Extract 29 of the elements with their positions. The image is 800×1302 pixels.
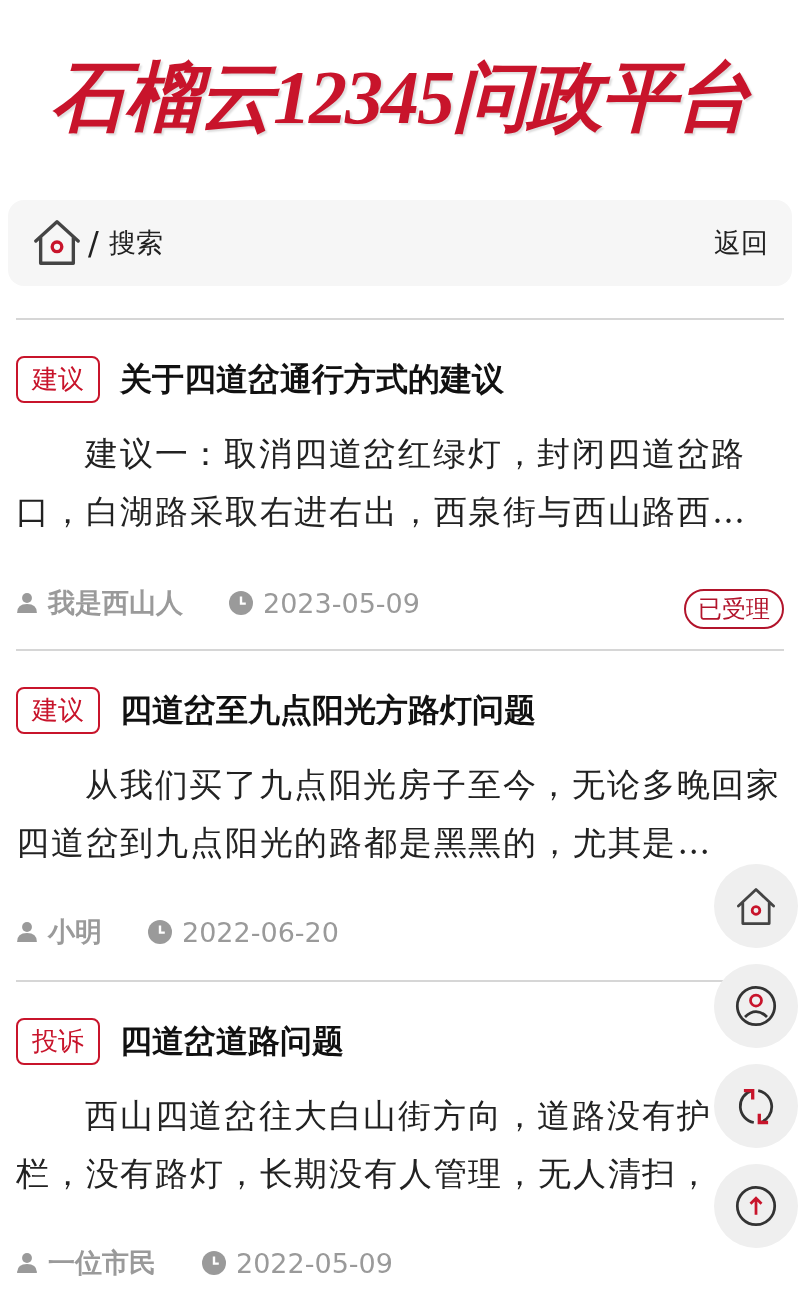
back-link[interactable]: 返回 [714, 225, 768, 261]
post-title[interactable]: 四道岔道路问题 [120, 1019, 344, 1064]
category-tag: 建议 [16, 356, 100, 403]
post-excerpt: 西山四道岔往大白山街方向，道路没有护栏，没有路灯，长期没有人管理，无人清扫， [16, 1095, 713, 1195]
post-title[interactable]: 四道岔至九点阳光方路灯问题 [120, 688, 536, 733]
user-icon [16, 1252, 38, 1274]
category-tag: 建议 [16, 687, 100, 734]
user-icon [16, 921, 38, 943]
breadcrumb-current: 搜索 [108, 226, 163, 260]
back-to-top-icon [734, 1184, 778, 1228]
user-icon [16, 592, 38, 614]
post-excerpt: 建议一：取消四道岔红绿灯，封闭四道岔路口，白湖路采取右进右出，西泉街与西山路西… [16, 433, 748, 533]
post-date: 2023-05-09 [263, 587, 420, 619]
author-name: 一位市民 [48, 1246, 156, 1280]
author-name: 我是西山人 [48, 586, 183, 620]
category-tag: 投诉 [16, 1018, 100, 1065]
status-badge: 已受理 [684, 589, 784, 629]
post-date: 2022-05-09 [236, 1247, 393, 1279]
post-title[interactable]: 关于四道岔通行方式的建议 [120, 357, 504, 402]
post-date: 2022-06-20 [182, 916, 339, 948]
clock-icon [148, 920, 172, 944]
author-name: 小明 [48, 915, 102, 949]
user-icon [734, 984, 778, 1028]
clock-icon [229, 591, 253, 615]
logo: 石榴云12345问政平台 [51, 53, 749, 141]
breadcrumb-separator: / [88, 224, 99, 262]
home-icon[interactable] [32, 218, 82, 268]
post-excerpt: 从我们买了九点阳光房子至今，无论多晚回家四道岔到九点阳光的路都是黑黑的，尤其是… [16, 764, 782, 864]
clock-icon [202, 1251, 226, 1275]
